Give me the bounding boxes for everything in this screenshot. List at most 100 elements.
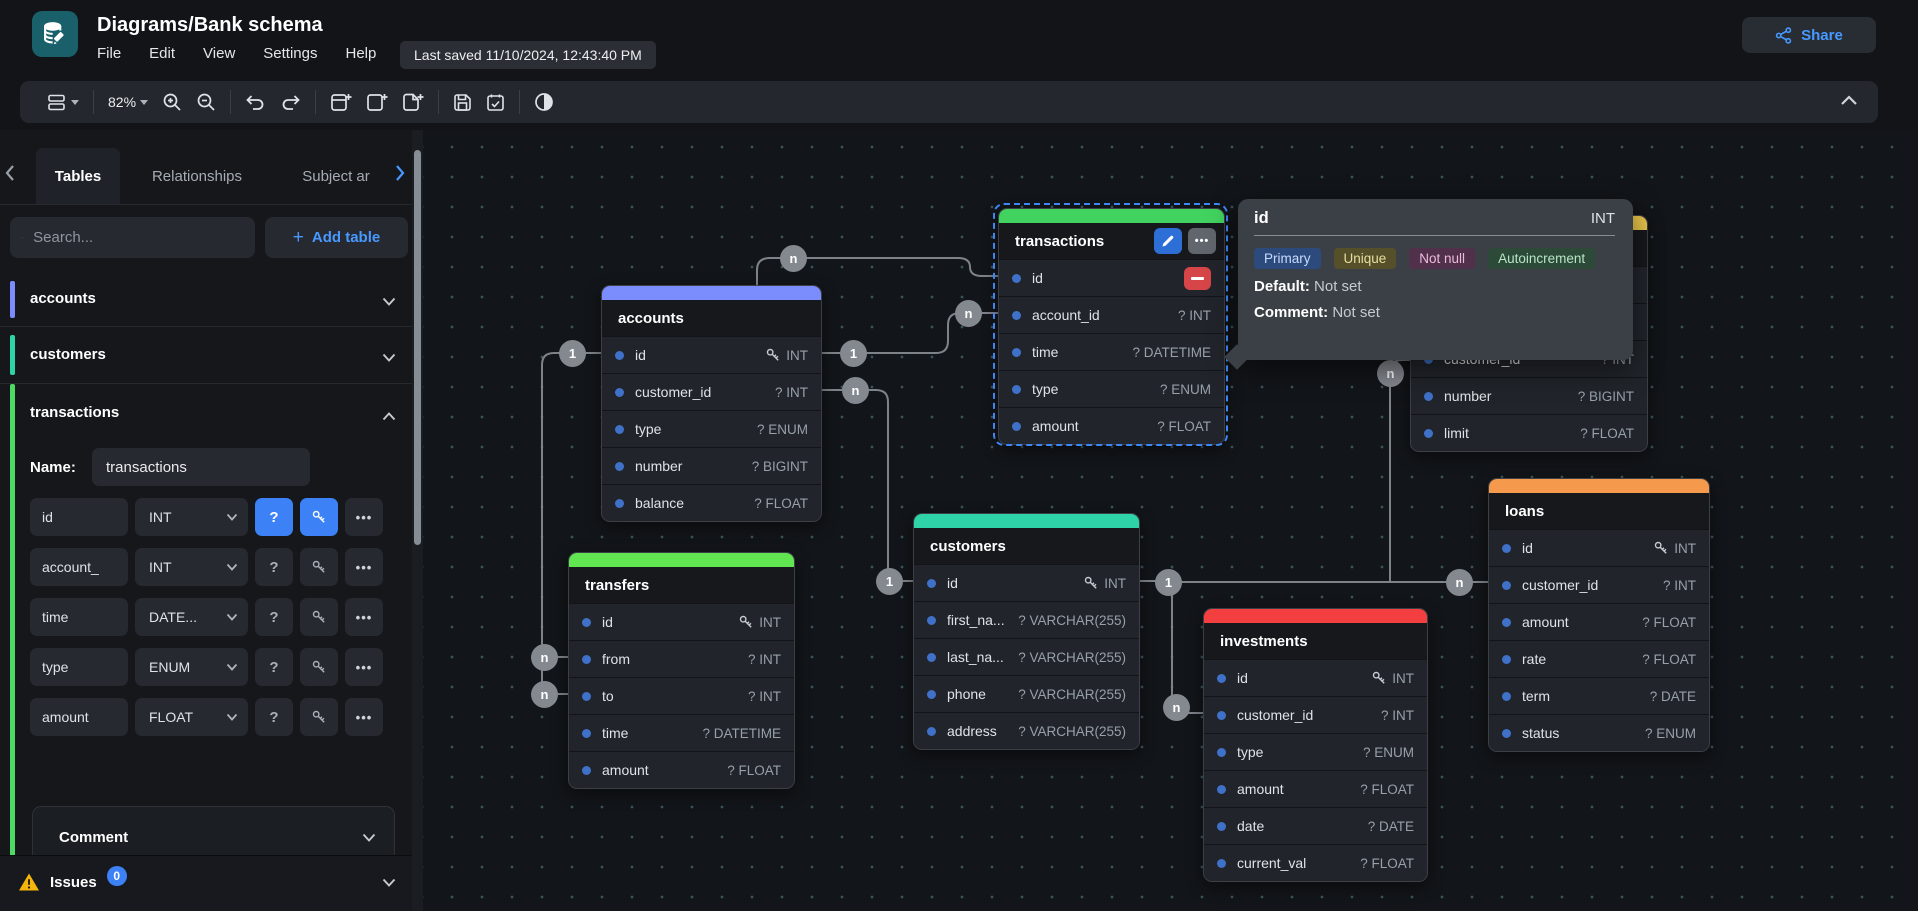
table-field-rate[interactable]: rate ? FLOAT	[1489, 640, 1709, 677]
field-type: ? BIGINT	[752, 459, 808, 474]
table-field-id[interactable]: idINT	[914, 564, 1139, 601]
field-name: type	[1032, 381, 1058, 397]
field-name: status	[1522, 725, 1559, 741]
table-field-customer_id[interactable]: customer_id? INT	[602, 373, 821, 410]
table-field-type[interactable]: type? ENUM	[602, 410, 821, 447]
table-field-current_val[interactable]: current_val? FLOAT	[1204, 844, 1427, 881]
table-field-customer_id[interactable]: customer_id? INT	[1489, 566, 1709, 603]
table-card-investments[interactable]: investmentsidINTcustomer_id? INTtype? EN…	[1203, 608, 1428, 882]
primary-key-icon	[1372, 671, 1386, 685]
table-field-to[interactable]: to? INT	[569, 677, 794, 714]
field-name: phone	[947, 686, 986, 702]
table-field-term[interactable]: term? DATE	[1489, 677, 1709, 714]
field-bullet-icon	[582, 692, 591, 701]
tooltip-default-label: Default:	[1254, 278, 1310, 295]
cardinality-marker-n: n	[531, 644, 558, 671]
table-field-id[interactable]: idINT	[1489, 529, 1709, 566]
relationship-customers-investments	[1140, 581, 1203, 713]
table-field-limit[interactable]: limit? FLOAT	[1411, 414, 1647, 451]
field-type: ? FLOAT	[1642, 615, 1696, 630]
field-name: date	[1237, 818, 1264, 834]
field-type: ? FLOAT	[754, 496, 808, 511]
relationship-customers-accounts	[822, 390, 913, 581]
field-bullet-icon	[582, 766, 591, 775]
relationship-lines	[0, 0, 1918, 911]
field-name: customer_id	[635, 384, 711, 400]
tooltip-comment-label: Comment:	[1254, 304, 1328, 321]
table-more-button[interactable]: •••	[1188, 228, 1216, 254]
field-type: ? DATE	[1368, 819, 1414, 834]
table-field-id[interactable]: id	[999, 259, 1224, 296]
primary-key-icon	[1654, 541, 1668, 555]
table-field-account_id[interactable]: account_id? INT	[999, 296, 1224, 333]
field-bullet-icon	[1502, 729, 1511, 738]
table-field-amount[interactable]: amount ? FLOAT	[1489, 603, 1709, 640]
field-tooltip: id INT PrimaryUniqueNot nullAutoincremen…	[1238, 199, 1633, 360]
constraint-badge-autoincrement: Autoincrement	[1488, 248, 1595, 269]
table-field-id[interactable]: idINT	[1204, 659, 1427, 696]
field-type: ? VARCHAR(255)	[1018, 613, 1126, 628]
table-field-phone[interactable]: phone? VARCHAR(255)	[914, 675, 1139, 712]
table-title: accounts	[602, 300, 821, 336]
table-card-transfers[interactable]: transfers idINT from ? INT to? INTtime? DATE…	[568, 552, 795, 789]
field-bullet-icon	[1424, 429, 1433, 438]
table-card-loans[interactable]: loansidINTcustomer_id? INTamount? FLOATr…	[1488, 478, 1710, 752]
constraint-badge-primary: Primary	[1254, 248, 1321, 269]
field-bullet-icon	[1217, 748, 1226, 757]
field-type: ? INT	[1178, 308, 1211, 323]
table-field-type[interactable]: type? ENUM	[999, 370, 1224, 407]
table-field-number[interactable]: number? BIGINT	[1411, 377, 1647, 414]
cardinality-marker-n: n	[842, 377, 869, 404]
table-field-time[interactable]: time? DATETIME	[569, 714, 794, 751]
table-field-id[interactable]: idINT	[569, 603, 794, 640]
table-card-accounts[interactable]: accounts idINTcustomer_id? INTtype? ENUMn…	[601, 285, 822, 522]
delete-field-button[interactable]	[1184, 267, 1211, 290]
table-field-time[interactable]: time? DATETIME	[999, 333, 1224, 370]
table-field-balance[interactable]: balance? FLOAT	[602, 484, 821, 521]
table-field-address[interactable]: address? VARCHAR(255)	[914, 712, 1139, 749]
table-field-number[interactable]: number? BIGINT	[602, 447, 821, 484]
field-type: INT	[739, 615, 781, 630]
field-name: amount	[1522, 614, 1569, 630]
table-field-first_na...[interactable]: first_na...? VARCHAR(255)	[914, 601, 1139, 638]
table-field-last_na...[interactable]: last_na...? VARCHAR(255)	[914, 638, 1139, 675]
table-name-label: accounts	[618, 310, 813, 327]
table-field-status[interactable]: status? ENUM	[1489, 714, 1709, 751]
field-bullet-icon	[1502, 544, 1511, 553]
table-field-amount[interactable]: amount? FLOAT	[1204, 770, 1427, 807]
table-field-amount[interactable]: amount? FLOAT	[569, 751, 794, 788]
table-field-amount[interactable]: amount ? FLOAT	[999, 407, 1224, 444]
field-bullet-icon	[1217, 822, 1226, 831]
field-type: INT	[1372, 671, 1414, 686]
field-name: from	[602, 651, 630, 667]
field-name: type	[635, 421, 661, 437]
table-field-date[interactable]: date ? DATE	[1204, 807, 1427, 844]
table-card-customers[interactable]: customersidINTfirst_na...? VARCHAR(255)l…	[913, 513, 1140, 750]
field-type: ? INT	[748, 652, 781, 667]
field-type: ? FLOAT	[1642, 652, 1696, 667]
table-field-id[interactable]: idINT	[602, 336, 821, 373]
field-type: ? ENUM	[1363, 745, 1414, 760]
field-type: ? FLOAT	[1157, 419, 1211, 434]
table-field-from[interactable]: from ? INT	[569, 640, 794, 677]
field-name: id	[947, 575, 958, 591]
field-name: customer_id	[1522, 577, 1598, 593]
field-bullet-icon	[582, 618, 591, 627]
field-bullet-icon	[1217, 859, 1226, 868]
table-field-customer_id[interactable]: customer_id? INT	[1204, 696, 1427, 733]
edit-table-button[interactable]	[1154, 228, 1182, 254]
field-bullet-icon	[927, 616, 936, 625]
table-field-type[interactable]: type? ENUM	[1204, 733, 1427, 770]
field-bullet-icon	[582, 655, 591, 664]
table-card-transactions[interactable]: transactions•••idaccount_id? INTtime? DA…	[998, 208, 1225, 445]
field-name: current_val	[1237, 855, 1306, 871]
cardinality-marker-1: 1	[840, 340, 867, 367]
field-bullet-icon	[1012, 385, 1021, 394]
field-bullet-icon	[927, 690, 936, 699]
field-name: rate	[1522, 651, 1546, 667]
table-title: investments	[1204, 623, 1427, 659]
field-name: amount	[1032, 418, 1079, 434]
field-type: ? FLOAT	[1360, 782, 1414, 797]
table-name-label: transfers	[585, 577, 786, 594]
field-type: ? DATETIME	[1132, 345, 1211, 360]
